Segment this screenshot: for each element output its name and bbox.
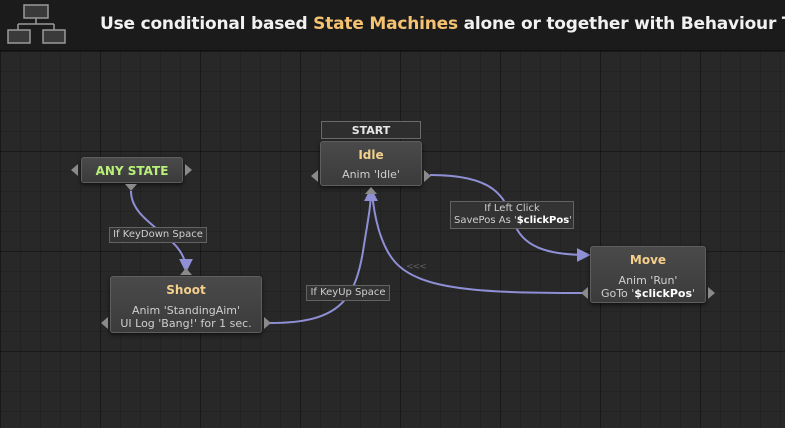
transition-label-leftclick[interactable]: If Left Click SavePos As '$clickPos': [450, 201, 574, 229]
idle-port-left[interactable]: [311, 170, 318, 182]
shoot-port-top[interactable]: [180, 268, 192, 275]
node-idle-body: Anim 'Idle': [342, 168, 400, 181]
node-shoot-line1: Anim 'StandingAim': [131, 304, 241, 317]
app-root: Use conditional based State Machines alo…: [0, 0, 785, 428]
transition-leftclick-line2-suffix: ': [569, 215, 572, 226]
node-idle-title: Idle: [358, 148, 384, 162]
node-move-line2: GoTo '$clickPos': [591, 287, 705, 300]
node-idle[interactable]: Idle Anim 'Idle': [320, 141, 422, 186]
node-move-line2-var: $clickPos: [634, 287, 693, 300]
transition-label-keyup[interactable]: If KeyUp Space: [306, 285, 390, 301]
move-port-left[interactable]: [581, 287, 588, 299]
transition-links: [130, 174, 591, 324]
transition-leftclick-line2-prefix: SavePos As ': [454, 215, 517, 226]
idle-port-right[interactable]: [424, 170, 431, 182]
node-move-line2-suffix: ': [692, 287, 696, 300]
idle-port-bottom[interactable]: [365, 187, 377, 194]
node-move[interactable]: Move Anim 'Run' GoTo '$clickPos': [590, 246, 706, 303]
node-shoot-title: Shoot: [166, 283, 206, 297]
transition-leftclick-line1: If Left Click: [484, 203, 540, 214]
move-port-right[interactable]: [708, 287, 715, 299]
transition-leftclick-line2: SavePos As '$clickPos': [454, 215, 572, 227]
link-direction-marker: <<<: [406, 262, 427, 272]
start-label: START: [321, 121, 421, 139]
shoot-port-left[interactable]: [101, 317, 108, 329]
node-move-line1: Anim 'Run': [618, 274, 678, 287]
node-any-state[interactable]: ANY STATE: [81, 157, 183, 183]
shoot-port-right[interactable]: [264, 317, 271, 329]
node-move-title: Move: [629, 253, 667, 267]
any-state-port-left[interactable]: [71, 164, 78, 176]
transition-label-keydown[interactable]: If KeyDown Space: [109, 227, 207, 243]
node-shoot[interactable]: Shoot Anim 'StandingAim' UI Log 'Bang!' …: [110, 276, 262, 333]
any-state-port-right[interactable]: [185, 164, 192, 176]
node-move-line2-prefix: GoTo ': [600, 287, 635, 300]
transition-leftclick-line2-var: $clickPos: [516, 215, 570, 226]
link-shoot-to-idle[interactable]: [269, 187, 378, 324]
any-state-port-bottom[interactable]: [125, 184, 137, 191]
node-shoot-line2: UI Log 'Bang!' for 1 sec.: [120, 317, 252, 330]
node-any-state-title: ANY STATE: [95, 164, 169, 178]
